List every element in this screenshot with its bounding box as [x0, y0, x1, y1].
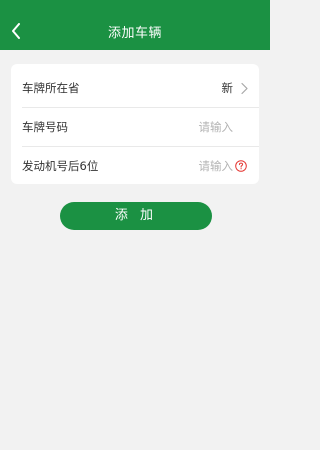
engine-label: 发动机号后6位 [22, 159, 99, 173]
vehicle-form-card: 车牌所在省 新 车牌号码 请输入 发动机号后6位 请输入 [11, 64, 259, 184]
plate-input[interactable]: 请输入 [199, 108, 234, 147]
engine-input[interactable]: 请输入 [199, 147, 234, 184]
top-bar: 添加车辆 [0, 0, 270, 50]
province-value[interactable]: 新 [222, 69, 234, 108]
page-title: 添加车辆 [107, 26, 162, 41]
help-icon[interactable] [235, 160, 247, 172]
add-button[interactable]: 添 加 [60, 202, 212, 230]
plate-row: 车牌号码 请输入 [22, 108, 259, 147]
engine-row: 发动机号后6位 请输入 [22, 147, 259, 184]
province-row[interactable]: 车牌所在省 新 [22, 69, 259, 108]
chevron-right-icon [241, 82, 248, 95]
province-label: 车牌所在省 [22, 81, 80, 95]
plate-label: 车牌号码 [22, 120, 68, 134]
